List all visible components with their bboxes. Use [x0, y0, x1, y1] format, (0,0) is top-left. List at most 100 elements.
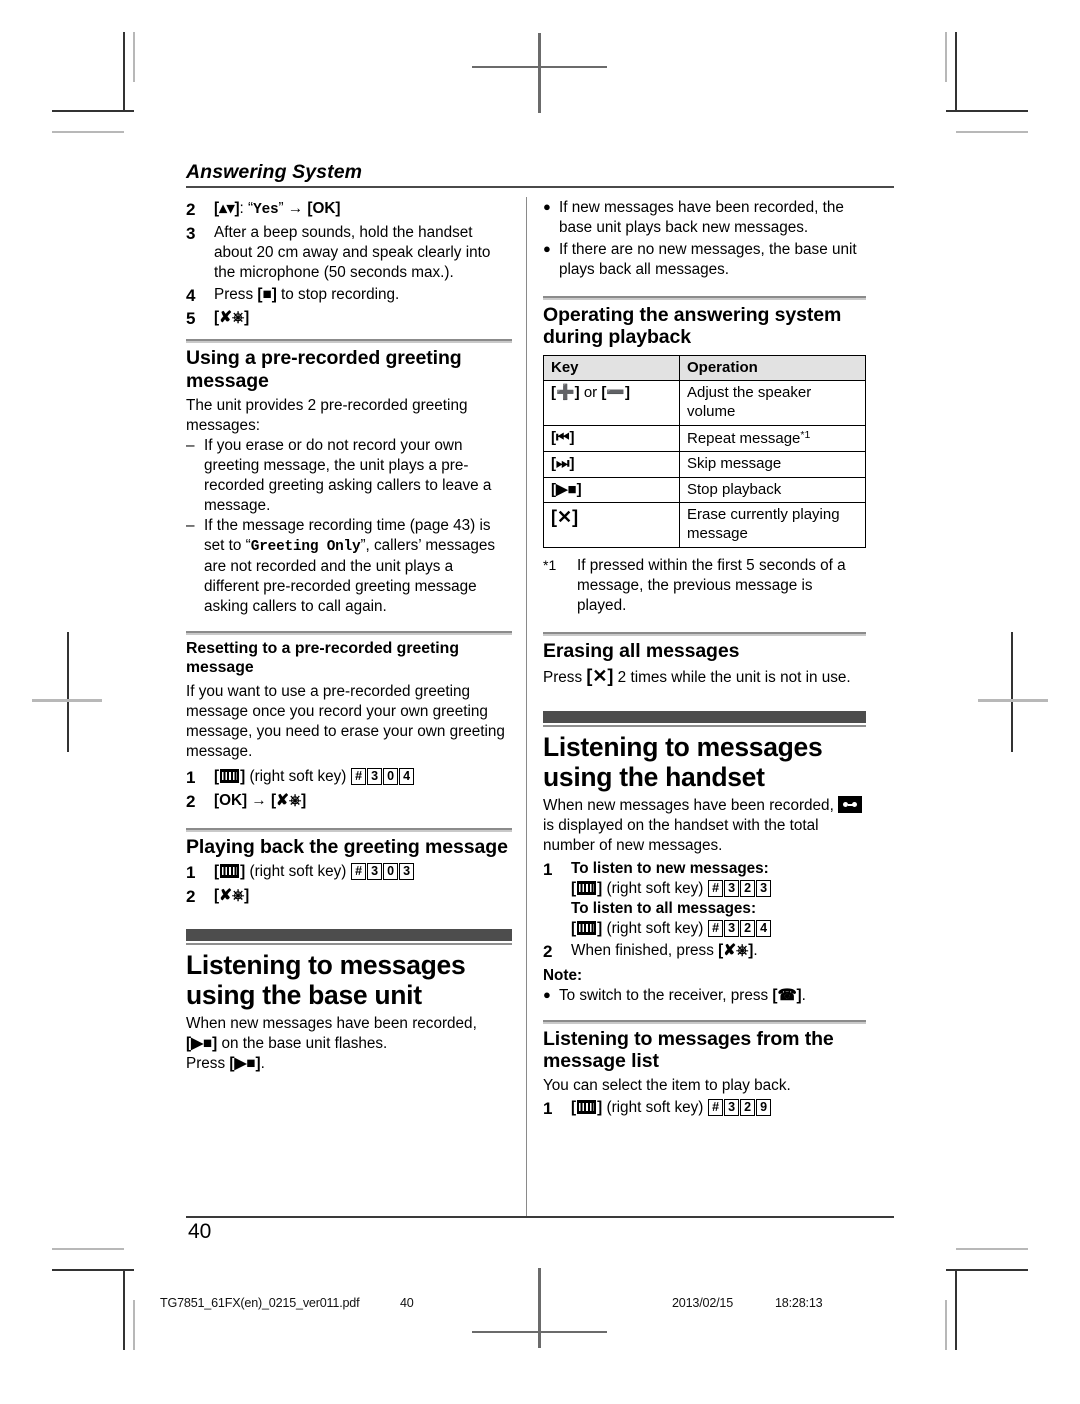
crop-mark-top-right-horizontal [946, 110, 1028, 112]
right-soft-key-icon: [] [214, 768, 246, 786]
digit-key: 3 [367, 863, 383, 881]
crop-mark-bottom-left-horizontal [52, 1269, 134, 1271]
right-soft-key-label: (right soft key) [249, 863, 347, 881]
up-down-key-icon: [▴▾] [214, 200, 240, 218]
crop-mark-top-left-horizontal-2 [52, 131, 124, 133]
two-column-body: 2 [▴▾]: “Yes” → [OK] 3 After a beep soun… [186, 197, 894, 1218]
table-row: [✕] Erase currently playing message [543, 502, 866, 548]
dash-text: If you erase or do not record your own g… [204, 436, 492, 514]
play-stop-key-icon: [▶■] [551, 480, 582, 498]
right-column: ● If new messages have been recorded, th… [526, 197, 866, 1218]
crop-mark-top-left-vertical [123, 32, 125, 112]
digit-key: 0 [383, 863, 399, 881]
steps-continued: 2 [▴▾]: “Yes” → [OK] 3 After a beep soun… [186, 199, 512, 329]
greeting-only-value: Greeting Only [250, 538, 361, 555]
erase-key-icon: [✕] [551, 507, 579, 528]
power-off-key-icon: [✘⎈] [214, 886, 250, 904]
chapter-bar-thin [186, 942, 512, 945]
section-playing-back: Playing back the greeting message 1 [] (… [186, 827, 512, 907]
table-header-row: Key Operation [543, 354, 866, 382]
digit-key: 3 [367, 768, 383, 786]
table-header-key: Key [543, 354, 680, 382]
dash-marker: – [186, 436, 195, 454]
crop-mark-bottom-left-vertical-2 [133, 1300, 135, 1350]
running-head-rule [186, 186, 894, 189]
power-off-key-icon: [✘⎈] [214, 309, 250, 327]
registration-mark-right-horizontal [978, 699, 1048, 702]
subsection-title: Resetting to a pre-recorded greeting mes… [186, 639, 459, 676]
table-row: [▶■] Stop playback [543, 476, 866, 504]
chapter-body: When new messages have been recorded, [▶… [186, 1015, 477, 1073]
page-content: Answering System 2 [▴▾]: “Yes” → [OK] 3 … [186, 161, 894, 1222]
step-item: 2 [✘⎈] [186, 886, 512, 907]
step-item: 1 [] (right soft key) #3 0 3 [186, 862, 512, 883]
crop-mark-top-right-vertical [955, 32, 957, 112]
step-number: 1 [186, 863, 196, 883]
step-heading-new: To listen to new messages: [571, 860, 769, 878]
footer-rule [186, 1216, 894, 1218]
step-item: 1 To listen to new messages: [] (right s… [543, 859, 866, 939]
operation-table: Key Operation [➕] or [➖] Adjust the spea… [543, 354, 866, 548]
table-cell-operation: Repeat message*1 [679, 424, 866, 453]
registration-mark-left-vertical [67, 632, 69, 752]
imprint-filename: TG7851_61FX(en)_0215_ver011.pdf [160, 1296, 360, 1310]
bullet-item: ● If new messages have been recorded, th… [543, 198, 866, 238]
arrow-icon: → [287, 200, 304, 218]
digit-key: 3 [724, 920, 740, 938]
step-text: [] (right soft key) #3 2 9 [571, 1098, 866, 1119]
imprint-time: 18:28:13 [775, 1296, 823, 1310]
step-number: 2 [186, 886, 196, 906]
step-number: 5 [186, 309, 196, 329]
chapter-body-line2: is displayed on the handset with the tot… [543, 817, 819, 855]
section-rule [543, 631, 866, 636]
table-cell-key: [▶■] [543, 476, 680, 504]
section-message-list: Listening to messages from the message l… [543, 1019, 866, 1120]
digit-key: 2 [740, 1099, 756, 1116]
section-rule [186, 827, 512, 832]
section-intro: The unit provides 2 pre-recorded greetin… [186, 396, 468, 434]
step-number: 2 [186, 791, 196, 811]
step-text: To listen to new messages: [] (right sof… [571, 859, 866, 939]
dash-list-item: – If the message recording time (page 43… [186, 516, 512, 617]
subsection-body: If you want to use a pre-recorded greeti… [186, 683, 505, 761]
crop-mark-bottom-left-horizontal-2 [52, 1248, 124, 1250]
bullet-item: ● If there are no new messages, the base… [543, 240, 866, 280]
top-bullet-list: ● If new messages have been recorded, th… [543, 198, 866, 279]
table-row: [⏮] Repeat message*1 [543, 424, 866, 453]
digit-key: 2 [740, 920, 756, 938]
crop-mark-bottom-left-vertical [123, 1270, 125, 1350]
crop-mark-bottom-right-horizontal [946, 1269, 1028, 1271]
bullet-dot: ● [543, 986, 551, 1002]
crop-mark-bottom-right-horizontal-2 [956, 1248, 1028, 1250]
step-line-all: [] (right soft key) #3 2 4 [571, 919, 866, 939]
step-number: 1 [543, 1099, 553, 1118]
right-soft-key-label: (right soft key) [606, 1099, 704, 1116]
step-item: 1 [] (right soft key) #3 2 9 [543, 1098, 866, 1119]
digit-key: # [708, 920, 724, 938]
footnote-marker: *1 [543, 556, 557, 573]
crop-mark-bottom-right-vertical-2 [945, 1300, 947, 1350]
left-column: 2 [▴▾]: “Yes” → [OK] 3 After a beep soun… [186, 197, 526, 1217]
section-title: Playing back the greeting message [186, 835, 508, 858]
section-body: You can select the item to play back. [543, 1076, 791, 1094]
digit-key: 3 [756, 880, 772, 898]
digit-key: 2 [740, 880, 756, 898]
play-stop-key-icon: [▶■] [229, 1055, 261, 1073]
right-soft-key-label: (right soft key) [606, 920, 704, 938]
ok-key-icon: [OK] [214, 791, 248, 809]
step-text: [OK] → [✘⎈] [214, 791, 512, 812]
step-heading-all: To listen to all messages: [571, 900, 757, 918]
section-rule [186, 630, 512, 635]
note-bullet-item: ● To switch to the receiver, press [☎]. [543, 986, 866, 1006]
registration-mark-bottom-center-horizontal [472, 1331, 607, 1333]
crop-mark-top-left-horizontal [52, 110, 134, 112]
section-resetting: Resetting to a pre-recorded greeting mes… [186, 630, 512, 812]
ok-key-icon: [OK] [307, 200, 341, 218]
step-item: 2 When finished, press [✘⎈]. [543, 941, 866, 962]
chapter-bar [186, 928, 512, 941]
step-text: Press [■] to stop recording. [214, 285, 400, 303]
crop-mark-bottom-right-vertical [955, 1270, 957, 1350]
step-number: 2 [543, 942, 553, 962]
dash-marker: – [186, 516, 195, 534]
right-soft-key-icon: [] [571, 880, 603, 898]
